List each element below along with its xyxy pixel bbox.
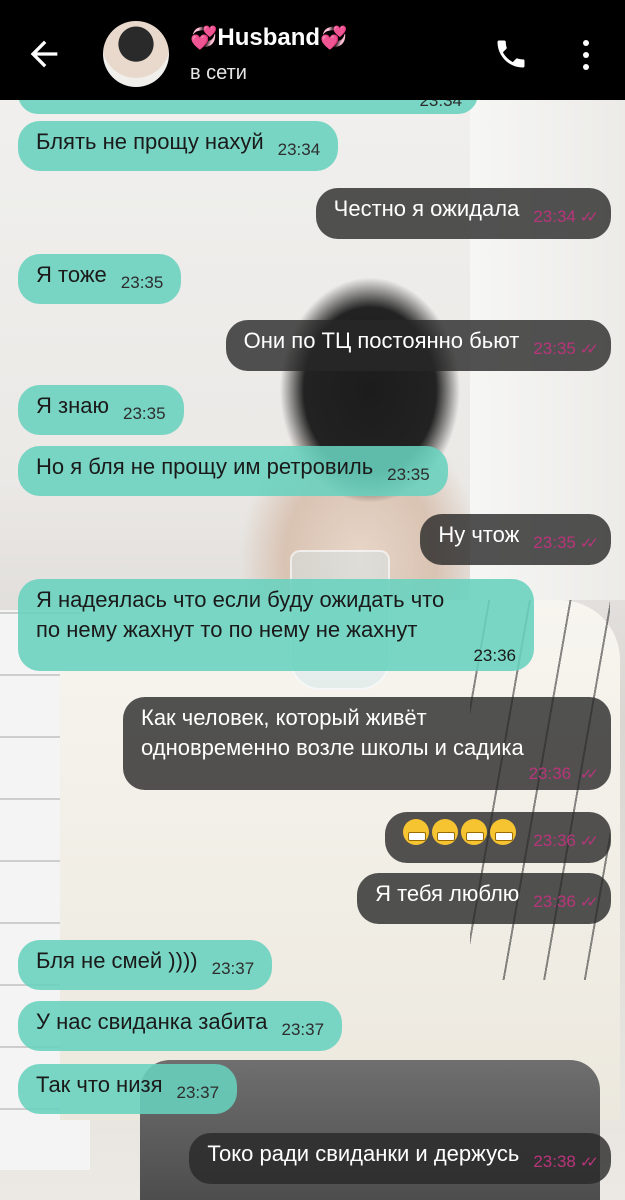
message-text-line: по нему жахнут то по нему не жахнут <box>36 617 418 642</box>
message-outgoing[interactable]: Я тебя люблю 23:36 ✓✓ <box>357 873 611 924</box>
more-options-button[interactable] <box>574 38 598 72</box>
message-outgoing[interactable]: Токо ради свиданки и держусь 23:38 ✓✓ <box>189 1133 611 1184</box>
message-text: Я знаю <box>36 393 109 418</box>
message-incoming[interactable]: Бля не смей )))) 23:37 <box>18 940 273 990</box>
message-time: 23:37 <box>211 959 255 978</box>
message-text: У нас свиданка забита <box>36 1009 268 1034</box>
message-incoming[interactable]: Я тоже 23:35 <box>18 254 182 304</box>
message-text: Блять не прощу нахуй <box>36 129 264 154</box>
message-time: 23:34 <box>277 140 321 159</box>
grimacing-face-icon <box>403 819 430 845</box>
message-time: 23:35 <box>533 533 576 552</box>
read-ticks-icon: ✓✓ <box>579 209 599 226</box>
message-text: Они по ТЦ постоянно бьют <box>243 328 520 353</box>
message-outgoing[interactable]: Они по ТЦ постоянно бьют 23:35 ✓✓ <box>225 320 611 371</box>
more-vertical-icon <box>583 40 589 70</box>
back-button[interactable] <box>24 34 64 74</box>
message-incoming[interactable]: Блять не прощу нахуй 23:34 <box>18 121 339 171</box>
message-outgoing[interactable]: Честно я ожидала 23:34 ✓✓ <box>315 188 611 239</box>
heart-emoji-left: 💞 <box>190 25 218 50</box>
message-time: 23:35 <box>387 465 430 484</box>
message-time: 23:35 <box>122 404 166 423</box>
message-time: 23:35 <box>120 273 164 292</box>
message-text: Так что низя <box>36 1072 163 1097</box>
avatar[interactable] <box>103 21 169 87</box>
read-ticks-icon: ✓✓ <box>579 341 599 358</box>
message-incoming[interactable]: Я надеялась что если буду ожидать что по… <box>18 579 534 671</box>
message-time: 23:37 <box>176 1083 220 1102</box>
heart-emoji-right: 💞 <box>320 25 348 50</box>
online-status: в сети <box>190 62 247 84</box>
message-time: 23:36 <box>533 892 576 911</box>
message-text: Бля не смей )))) <box>36 948 198 973</box>
call-button[interactable] <box>493 36 529 72</box>
message-time: 23:37 <box>281 1020 325 1039</box>
message-text: Я тоже <box>36 262 107 287</box>
message-time: 23:38 <box>533 1152 576 1171</box>
message-time-row: 23:36 ✓✓ <box>141 763 599 786</box>
message-text-line: Как человек, который живёт <box>141 705 427 730</box>
read-ticks-icon: ✓✓ <box>579 833 599 850</box>
message-text: Честно я ожидала <box>333 196 520 221</box>
message-text-line: Я надеялась что если буду ожидать что <box>36 587 445 612</box>
message-incoming[interactable]: Но я бля не прощу им ретровиль 23:35 <box>18 446 448 496</box>
grimacing-face-icon <box>490 819 517 845</box>
chat-header: 💞 Husband 💞 в сети <box>0 0 625 100</box>
message-text: Ну чтож <box>438 522 520 547</box>
message-time: 23:36 <box>533 831 576 850</box>
message-text-line: одновременно возле школы и садика <box>141 735 524 760</box>
read-ticks-icon: ✓✓ <box>579 1154 599 1171</box>
arrow-left-icon <box>30 40 58 68</box>
message-text: Токо ради свиданки и держусь <box>207 1141 520 1166</box>
grimacing-face-icon <box>461 819 488 845</box>
message-outgoing[interactable]: Как человек, который живёт одновременно … <box>123 697 611 790</box>
read-ticks-icon: ✓✓ <box>579 766 599 783</box>
message-incoming[interactable]: Так что низя 23:37 <box>18 1064 238 1114</box>
grimacing-face-icon <box>432 819 459 845</box>
message-text: Я тебя люблю <box>375 881 520 906</box>
read-ticks-icon: ✓✓ <box>579 535 599 552</box>
message-time: 23:36 <box>473 646 516 665</box>
phone-icon <box>497 40 525 68</box>
message-text: Но я бля не прощу им ретровиль <box>36 454 374 479</box>
message-incoming[interactable]: Я знаю 23:35 <box>18 385 184 435</box>
message-time: 23:36 <box>528 764 572 783</box>
chat-title[interactable]: 💞 Husband 💞 <box>190 24 347 52</box>
message-outgoing[interactable]: 23:36 ✓✓ <box>385 812 611 863</box>
message-time: 23:35 <box>533 339 576 358</box>
message-outgoing[interactable]: Ну чтож 23:35 ✓✓ <box>420 514 611 565</box>
read-ticks-icon: ✓✓ <box>579 894 599 911</box>
message-time: 23:34 <box>533 207 576 226</box>
message-incoming[interactable]: У нас свиданка забита 23:37 <box>18 1001 343 1051</box>
contact-name: Husband <box>217 24 321 51</box>
